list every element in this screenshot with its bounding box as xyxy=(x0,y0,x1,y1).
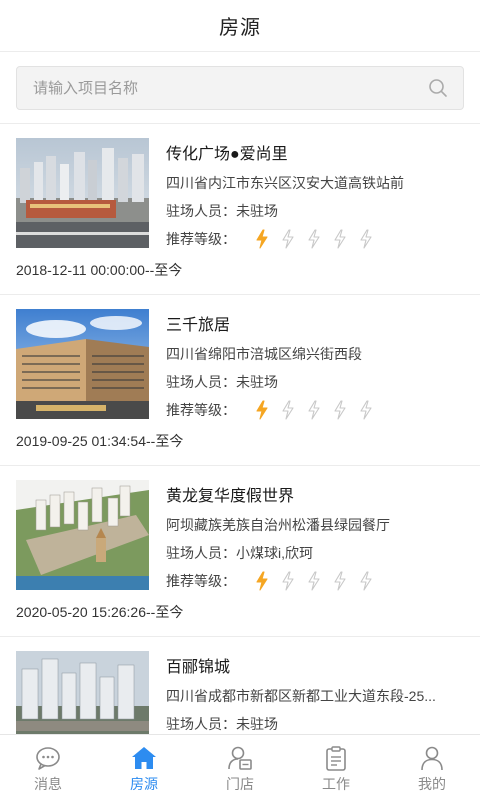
staff-label: 驻场人员： xyxy=(166,203,236,219)
staff-label: 驻场人员： xyxy=(166,374,236,390)
project-image xyxy=(16,480,149,590)
tab-label: 工作 xyxy=(322,776,350,792)
tab-listings[interactable]: 房源 xyxy=(96,735,192,800)
lightning-icon xyxy=(332,229,358,249)
lightning-icon xyxy=(358,571,384,591)
lightning-icon xyxy=(254,571,280,591)
rating-row: 推荐等级： xyxy=(166,397,468,423)
project-card[interactable]: 传化广场●爱尚里 四川省内江市东兴区汉安大道高铁站前 驻场人员： 未驻场 推荐等级… xyxy=(0,124,480,295)
search-icon[interactable] xyxy=(427,77,449,99)
search-bar xyxy=(0,52,480,124)
lightning-icon xyxy=(358,400,384,420)
tab-label: 消息 xyxy=(34,776,62,792)
project-image xyxy=(16,309,149,419)
staff-value: 未驻场 xyxy=(236,374,278,390)
lightning-icon xyxy=(358,229,384,249)
lightning-icon xyxy=(280,229,306,249)
store-icon xyxy=(227,745,253,771)
staff-row: 驻场人员： 未驻场 xyxy=(166,198,468,224)
tab-messages[interactable]: 消息 xyxy=(0,735,96,800)
project-name: 传化广场●爱尚里 xyxy=(166,146,288,163)
lightning-icon xyxy=(280,400,306,420)
rating-row: 推荐等级： xyxy=(166,226,468,252)
app-header: 房源 xyxy=(0,0,480,52)
project-list[interactable]: 传化广场●爱尚里 四川省内江市东兴区汉安大道高铁站前 驻场人员： 未驻场 推荐等级… xyxy=(0,124,480,734)
rating-row: 推荐等级： xyxy=(166,568,468,594)
tab-work[interactable]: 工作 xyxy=(288,735,384,800)
project-date: 2020-05-20 15:26:26--至今 xyxy=(16,604,184,620)
bottom-tab-bar: 消息 房源 门店 工作 我的 xyxy=(0,734,480,800)
search-box[interactable] xyxy=(16,66,464,110)
lightning-icon xyxy=(306,229,332,249)
project-date: 2018-12-11 00:00:00--至今 xyxy=(16,262,183,278)
project-image xyxy=(16,651,149,734)
tab-mine[interactable]: 我的 xyxy=(384,735,480,800)
project-card[interactable]: 百郦锦城 四川省成都市新都区新都工业大道东段-25... 驻场人员：未驻场 推荐… xyxy=(0,637,480,734)
tab-stores[interactable]: 门店 xyxy=(192,735,288,800)
project-address: 阿坝藏族羌族自治州松潘县绿园餐厅 xyxy=(166,517,390,533)
rating-label: 推荐等级： xyxy=(166,231,236,247)
project-address: 四川省成都市新都区新都工业大道东段-25... xyxy=(166,688,436,704)
tab-label: 门店 xyxy=(226,776,254,792)
project-card[interactable]: 黄龙复华度假世界 阿坝藏族羌族自治州松潘县绿园餐厅 驻场人员： 小煤球i,欣珂 推… xyxy=(0,466,480,637)
home-icon xyxy=(131,745,157,771)
lightning-icon xyxy=(280,571,306,591)
project-card[interactable]: 三千旅居 四川省绵阳市涪城区绵兴街西段 驻场人员： 未驻场 推荐等级： 2019-… xyxy=(0,295,480,466)
staff-label: 驻场人员： xyxy=(166,716,236,732)
rating-label: 推荐等级： xyxy=(166,402,236,418)
staff-label: 驻场人员： xyxy=(166,545,236,561)
staff-value: 未驻场 xyxy=(236,716,278,732)
lightning-icon xyxy=(306,400,332,420)
search-input[interactable] xyxy=(33,79,427,97)
tab-label: 我的 xyxy=(418,776,446,792)
page-title: 房源 xyxy=(219,17,261,39)
rating-stars xyxy=(254,571,384,591)
lightning-icon xyxy=(254,400,280,420)
project-address: 四川省内江市东兴区汉安大道高铁站前 xyxy=(166,175,404,191)
staff-row: 驻场人员： 小煤球i,欣珂 xyxy=(166,540,468,566)
project-name: 黄龙复华度假世界 xyxy=(166,488,295,505)
rating-stars xyxy=(254,400,384,420)
clipboard-icon xyxy=(323,745,349,771)
lightning-icon xyxy=(332,400,358,420)
project-name: 百郦锦城 xyxy=(166,659,231,676)
staff-row: 驻场人员： 未驻场 xyxy=(166,711,468,734)
project-address: 四川省绵阳市涪城区绵兴街西段 xyxy=(166,346,362,362)
lightning-icon xyxy=(254,229,280,249)
staff-row: 驻场人员： 未驻场 xyxy=(166,369,468,395)
staff-value: 小煤球i,欣珂 xyxy=(236,545,313,561)
lightning-icon xyxy=(306,571,332,591)
message-icon xyxy=(35,745,61,771)
user-icon xyxy=(419,745,445,771)
project-image xyxy=(16,138,149,248)
project-name: 三千旅居 xyxy=(166,317,231,334)
rating-stars xyxy=(254,229,384,249)
project-date: 2019-09-25 01:34:54--至今 xyxy=(16,433,184,449)
lightning-icon xyxy=(332,571,358,591)
rating-label: 推荐等级： xyxy=(166,573,236,589)
tab-label: 房源 xyxy=(130,776,158,792)
staff-value: 未驻场 xyxy=(236,203,278,219)
